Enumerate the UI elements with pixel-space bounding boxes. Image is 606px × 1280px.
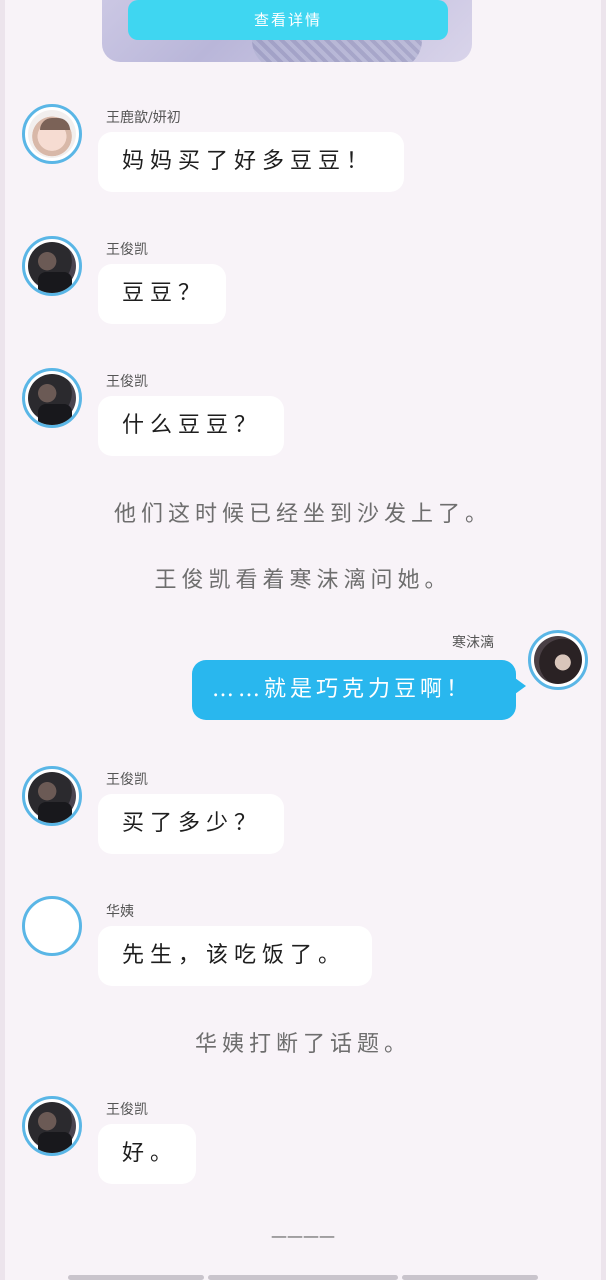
message-bubble: 买了多少？	[98, 794, 284, 854]
message-bubble: 豆豆？	[98, 264, 226, 324]
right-edge	[601, 0, 606, 1280]
bottom-tab-bar	[208, 1275, 398, 1280]
wjk-avatar[interactable]	[22, 766, 82, 826]
wjk-avatar[interactable]	[22, 1096, 82, 1156]
baby-avatar[interactable]	[22, 104, 82, 164]
speaker-name: 王俊凯	[106, 374, 148, 390]
bottom-tab-bar	[402, 1275, 538, 1280]
wjk-avatar[interactable]	[22, 368, 82, 428]
narration-text: 他们这时候已经坐到沙发上了。	[113, 502, 492, 527]
speaker-name: 王俊凯	[106, 1102, 148, 1118]
view-details-button[interactable]: 查看详情	[128, 0, 448, 40]
left-edge	[0, 0, 5, 1280]
speaker-name: 王俊凯	[106, 242, 148, 258]
message-bubble: ……就是巧克力豆啊！	[192, 660, 526, 720]
wjk-avatar[interactable]	[22, 236, 82, 296]
han-avatar[interactable]	[528, 630, 588, 690]
bottom-tab-bar	[68, 1275, 204, 1280]
message-bubble: 先生，该吃饭了。	[98, 926, 372, 986]
narration-text: 王俊凯看着寒沫漓问她。	[154, 568, 452, 593]
chapter-divider: ————	[271, 1226, 335, 1245]
blank-avatar[interactable]	[22, 896, 82, 956]
story-card[interactable]: 查看详情	[102, 0, 472, 62]
message-bubble: 妈妈买了好多豆豆！	[98, 132, 404, 192]
speaker-name: 王俊凯	[106, 772, 148, 788]
speaker-name: 王鹿歆/妍初	[106, 110, 181, 126]
message-bubble: 什么豆豆？	[98, 396, 284, 456]
narration-text: 华姨打断了话题。	[194, 1032, 411, 1057]
message-bubble: 好。	[98, 1124, 196, 1184]
speaker-name: 寒沫漓	[452, 635, 494, 651]
speaker-name: 华姨	[106, 904, 134, 920]
